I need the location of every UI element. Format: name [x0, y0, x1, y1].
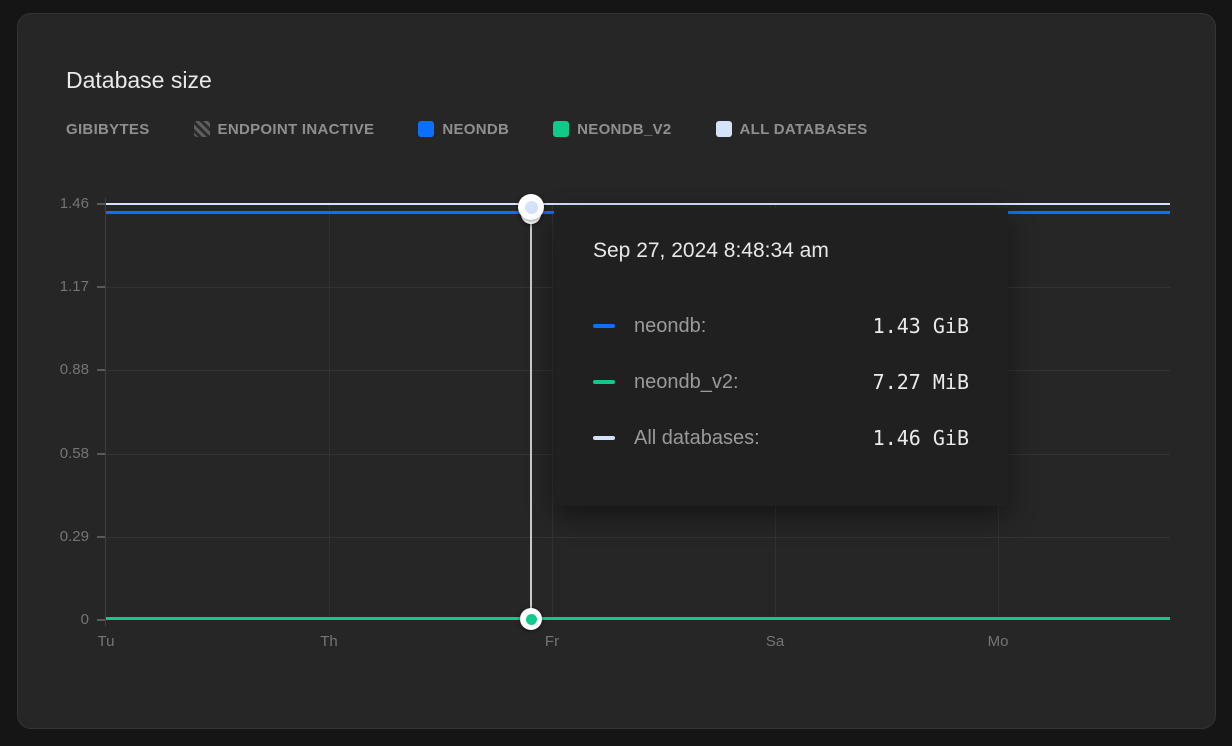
legend-item-label: NEONDB_V2 [577, 121, 671, 138]
legend-item[interactable]: ALL DATABASES [716, 121, 868, 138]
tooltip-series-label: All databases: [634, 427, 760, 450]
y-axis-tick [97, 619, 105, 621]
legend-swatch-icon [418, 121, 434, 137]
y-axis-tick [97, 536, 105, 538]
x-tick-label: Fr [522, 631, 582, 653]
tooltip-series-label: neondb_v2: [634, 371, 739, 394]
tooltip-rows: neondb: 1.43 GiB neondb_v2: 7.27 MiB All… [593, 313, 969, 451]
x-tick-label: Tu [76, 631, 136, 653]
legend-swatch-icon [553, 121, 569, 137]
y-axis-tick [97, 369, 105, 371]
tooltip-series-value: 1.43 GiB [873, 314, 969, 338]
legend-item-label: NEONDB [442, 121, 509, 138]
gridline-vertical [552, 204, 553, 620]
legend-items: ENDPOINT INACTIVE NEONDB NEONDB_V2 ALL D… [194, 121, 868, 138]
x-tick-label: Mo [968, 631, 1028, 653]
tooltip-row: neondb: 1.43 GiB [593, 313, 969, 339]
y-tick-label: 1.46 [33, 194, 89, 214]
y-tick-label: 0.29 [33, 527, 89, 547]
y-tick-label: 1.17 [33, 277, 89, 297]
gridline-vertical [329, 204, 330, 620]
y-axis-tick [97, 203, 105, 205]
legend-item[interactable]: ENDPOINT INACTIVE [194, 121, 375, 138]
legend-swatch-icon [194, 121, 210, 137]
tooltip-series-value: 7.27 MiB [873, 370, 969, 394]
series-line-neondb-v2 [106, 617, 1170, 620]
legend-item[interactable]: NEONDB [418, 121, 509, 138]
legend-swatch-icon [716, 121, 732, 137]
hover-marker-all-databases [518, 194, 544, 220]
y-axis-tick [97, 286, 105, 288]
marker-dot [526, 614, 537, 625]
y-tick-label: 0.58 [33, 444, 89, 464]
series-dash-icon [593, 436, 615, 440]
legend-item-label: ENDPOINT INACTIVE [218, 121, 375, 138]
tooltip-row: neondb_v2: 7.27 MiB [593, 369, 969, 395]
tooltip-series-label: neondb: [634, 315, 706, 338]
y-tick-label: 0.88 [33, 360, 89, 380]
y-axis-unit-label: GIBIBYTES [66, 121, 150, 138]
hover-marker-neondb-v2 [520, 608, 542, 630]
y-tick-label: 0 [33, 610, 89, 630]
tooltip-timestamp: Sep 27, 2024 8:48:34 am [593, 239, 829, 263]
series-dash-icon [593, 380, 615, 384]
x-tick-label: Sa [745, 631, 805, 653]
y-axis-tick-labels: 1.46 1.17 0.88 0.58 0.29 0 [33, 194, 89, 630]
legend-item[interactable]: NEONDB_V2 [553, 121, 671, 138]
crosshair-line [530, 208, 532, 619]
chart-tooltip: Sep 27, 2024 8:48:34 am neondb: 1.43 GiB… [554, 208, 1008, 506]
x-tick-label: Th [299, 631, 359, 653]
x-axis-tick-labels: Tu Th Fr Sa Mo [76, 631, 1028, 653]
series-line-all-databases [106, 203, 1170, 205]
marker-dot [525, 201, 538, 214]
series-dash-icon [593, 324, 615, 328]
tooltip-row: All databases: 1.46 GiB [593, 425, 969, 451]
chart-title: Database size [66, 67, 212, 94]
gridline-horizontal [106, 537, 1170, 538]
chart-legend: GIBIBYTES ENDPOINT INACTIVE NEONDB NEOND… [66, 119, 868, 139]
tooltip-series-value: 1.46 GiB [873, 426, 969, 450]
y-axis-tick [97, 453, 105, 455]
legend-item-label: ALL DATABASES [740, 121, 868, 138]
y-axis-line [105, 198, 106, 626]
database-size-card: Database size GIBIBYTES ENDPOINT INACTIV… [17, 13, 1216, 729]
